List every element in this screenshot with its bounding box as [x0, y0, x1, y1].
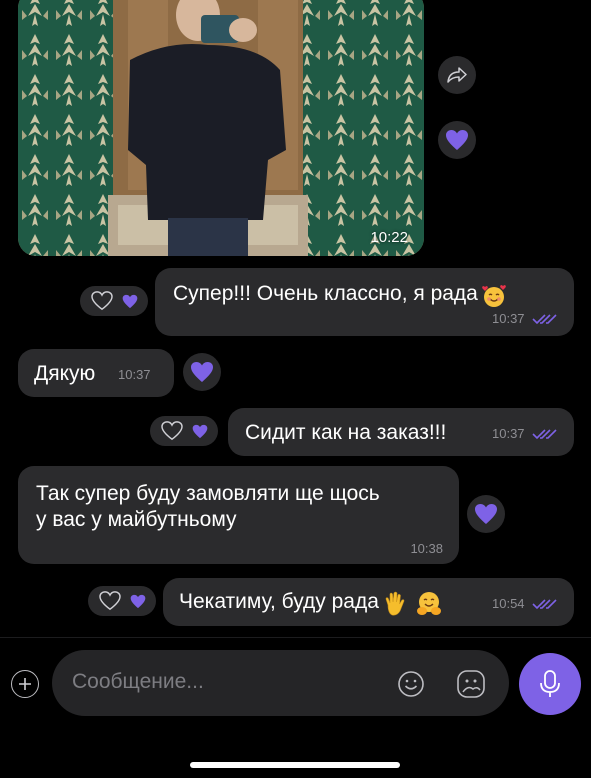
read-ticks-icon	[532, 314, 557, 324]
raised-hand-emoji	[386, 591, 405, 616]
message-timestamp: 10:37	[492, 426, 525, 441]
heart-icon	[122, 294, 137, 308]
message-text: Сидит как на заказ!!!	[245, 421, 447, 444]
message-reaction-button[interactable]	[183, 353, 221, 391]
home-indicator	[190, 762, 400, 768]
heart-icon	[130, 594, 145, 608]
add-attachment-button[interactable]	[11, 670, 39, 698]
message-timestamp: 10:54	[492, 596, 525, 611]
heart-icon	[192, 424, 207, 438]
message-text: Чекатиму, буду рада	[179, 590, 379, 613]
photo-image	[18, 0, 424, 256]
message-reaction-button[interactable]	[467, 495, 505, 533]
message-timestamp: 10:37	[118, 367, 151, 382]
reaction-picker[interactable]	[80, 286, 148, 316]
message-bubble-incoming[interactable]: Так супер буду замовляти ще щось у вас у…	[18, 466, 459, 564]
heart-icon	[475, 504, 497, 524]
heart-icon	[191, 362, 213, 382]
read-ticks-icon	[532, 429, 557, 439]
message-input-placeholder: Сообщение...	[72, 670, 204, 693]
message-bubble-incoming[interactable]: Дякую 10:37	[18, 349, 174, 397]
reaction-picker[interactable]	[88, 586, 156, 616]
reaction-picker[interactable]	[150, 416, 218, 446]
message-text-line-2: у вас у майбутньому	[36, 508, 237, 531]
message-bubble-outgoing[interactable]: Чекатиму, буду рада 10:54	[163, 578, 574, 626]
message-bubble-outgoing[interactable]: Сидит как на заказ!!! 10:37	[228, 408, 574, 456]
read-ticks-icon	[532, 599, 557, 609]
message-timestamp: 10:38	[410, 541, 443, 556]
mic-icon	[540, 670, 560, 697]
photo-message[interactable]: 10:22	[18, 0, 424, 256]
message-bubble-outgoing[interactable]: Супер!!! Очень классно, я рада 10:37	[155, 268, 574, 336]
photo-reaction-button[interactable]	[438, 121, 476, 159]
heart-outline-icon	[90, 291, 113, 311]
message-text-line-1: Так супер буду замовляти ще щось	[36, 482, 380, 505]
add-icon	[19, 678, 31, 690]
gallery-icon[interactable]	[456, 669, 486, 699]
forward-icon	[447, 67, 467, 83]
heart-outline-icon	[98, 591, 121, 611]
composer-divider	[0, 637, 591, 638]
voice-message-button[interactable]	[519, 653, 581, 715]
message-input[interactable]: Сообщение...	[52, 650, 509, 716]
message-timestamp: 10:37	[492, 311, 525, 326]
heart-outline-icon	[160, 421, 183, 441]
hugging-face-emoji	[416, 591, 441, 615]
message-text: Супер!!! Очень классно, я рада	[173, 282, 478, 305]
forward-button[interactable]	[438, 56, 476, 94]
message-text: Дякую	[34, 362, 96, 385]
smiling-face-with-hearts-emoji	[482, 284, 507, 307]
sticker-icon[interactable]	[397, 670, 425, 698]
heart-icon	[446, 130, 468, 150]
photo-timestamp: 10:22	[370, 229, 408, 246]
